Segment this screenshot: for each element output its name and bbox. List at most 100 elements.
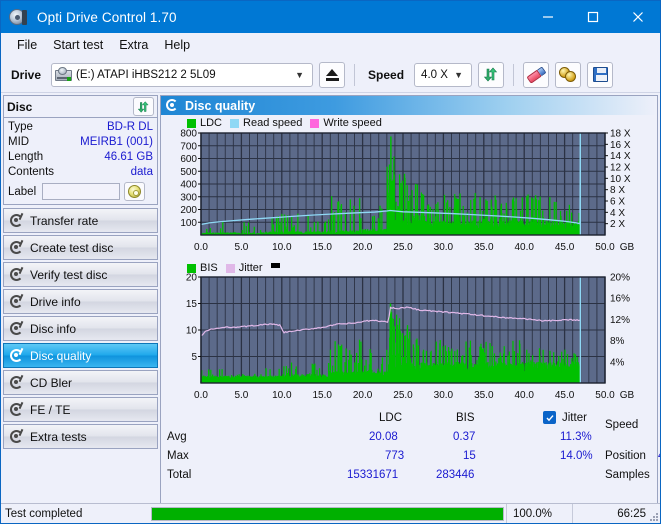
drive-label: Drive	[11, 67, 42, 82]
chevron-down-icon: ▼	[454, 69, 464, 80]
disc-row-contents: Contents data	[8, 165, 153, 180]
speed-select[interactable]: 4.0 X ▼	[414, 62, 473, 87]
progress-bar	[151, 506, 504, 521]
toolbar-divider-1	[354, 63, 356, 86]
speed-label: Speed	[368, 67, 405, 82]
bis-chart-legend: BIS Jitter	[161, 259, 657, 274]
menu-item-extra[interactable]: Extra	[111, 36, 156, 54]
disc-label-label: Label	[8, 185, 37, 198]
sidebar-item-cd-bler[interactable]: CD Bler	[3, 370, 158, 395]
sidebar-item-disc-quality[interactable]: Disc quality	[3, 343, 158, 368]
svg-text:5.0: 5.0	[234, 242, 248, 253]
elapsed-time: 66:25	[572, 504, 660, 523]
eject-icon	[325, 68, 339, 81]
disc-length-label: Length	[8, 151, 44, 163]
menu-bar: File Start test Extra Help	[1, 33, 660, 57]
progress-percent: 100.0%	[506, 504, 572, 523]
svg-text:0.0: 0.0	[194, 242, 208, 253]
svg-text:35.0: 35.0	[474, 390, 494, 401]
disc-ring-icon	[8, 401, 26, 418]
disc-quality-panel: Disc quality LDC Read speed Write speed …	[160, 95, 660, 523]
speed-select-value: 4.0 X	[421, 68, 448, 81]
disc-refresh-button[interactable]	[133, 97, 154, 116]
eject-button[interactable]	[319, 61, 346, 88]
svg-text:400: 400	[180, 180, 197, 191]
progress-bar-fill	[152, 507, 503, 520]
disc-ring-icon	[8, 212, 26, 229]
stats-jitter-max: 14.0%	[560, 450, 593, 462]
stats-col-header-bis: BIS	[456, 412, 475, 424]
svg-text:20.0: 20.0	[353, 390, 373, 401]
sidebar-item-extra-tests[interactable]: Extra tests	[3, 424, 158, 449]
drive-select[interactable]: (E:) ATAPI iHBS212 2 5L09 ▼	[51, 62, 314, 87]
disc-row-type: Type BD-R DL	[8, 120, 153, 135]
svg-text:40.0: 40.0	[514, 242, 534, 253]
title-bar: Opti Drive Control 1.70	[1, 1, 660, 33]
sidebar-item-create-test-disc[interactable]: Create test disc	[3, 235, 158, 260]
legend-swatch-bis	[187, 263, 196, 273]
disc-row-length: Length 46.61 GB	[8, 150, 153, 165]
menu-item-help[interactable]: Help	[156, 36, 198, 54]
disc-ring-icon	[8, 293, 26, 310]
disc-label-input[interactable]	[42, 183, 121, 200]
bis-chart[interactable]: 5 10 15 20 4% 8% 12% 16% 20% 0.0 5.0 10.0 15.0 20.0 25…	[161, 273, 657, 407]
sidebar-item-verify-test-disc[interactable]: Verify test disc	[3, 262, 158, 287]
stats-ldc-total: 15331671	[347, 469, 399, 481]
coins-icon	[559, 66, 577, 83]
disc-label-button[interactable]	[124, 182, 146, 201]
sidebar-item-drive-info[interactable]: Drive info	[3, 289, 158, 314]
stats-row-header-max: Max	[167, 450, 189, 462]
sidebar-label: FE / TE	[30, 402, 71, 417]
svg-text:45.0: 45.0	[555, 390, 575, 401]
erase-button[interactable]	[523, 61, 550, 88]
ldc-chart[interactable]: 100 200 300 400 500 600 700 800 2 X4 X6 X8 X 10 X…	[161, 129, 657, 259]
chevron-down-icon: ▼	[295, 69, 305, 80]
legend-swatch-write-speed	[310, 118, 320, 128]
drive-select-value: (E:) ATAPI iHBS212 2 5L09	[76, 68, 216, 81]
body-area: Disc Type BD-R DL MID MEIRB1 (001) Lengt…	[1, 93, 660, 523]
minimize-icon[interactable]	[525, 1, 570, 33]
floppy-save-icon	[592, 67, 608, 82]
legend-swatch-marker	[270, 263, 280, 268]
status-bar: Test completed 100.0% 66:25	[1, 503, 660, 523]
disc-info-rows: Type BD-R DL MID MEIRB1 (001) Length 46.…	[4, 118, 157, 204]
svg-text:12 X: 12 X	[610, 163, 631, 174]
disc-contents-label: Contents	[8, 166, 55, 178]
svg-text:5.0: 5.0	[234, 390, 248, 401]
app-disc-icon	[9, 7, 29, 27]
page-title: Disc quality	[185, 98, 256, 113]
svg-text:12%: 12%	[610, 315, 630, 326]
ldc-chart-legend: LDC Read speed Write speed	[161, 115, 657, 129]
disc-ring-icon	[165, 98, 180, 113]
close-icon[interactable]	[615, 1, 660, 33]
menu-item-file[interactable]: File	[9, 36, 45, 54]
app-window: Opti Drive Control 1.70 File Start test …	[0, 0, 661, 524]
legend-label-ldc: LDC	[200, 117, 223, 129]
menu-item-start-test[interactable]: Start test	[45, 36, 111, 54]
sidebar-item-fe-te[interactable]: FE / TE	[3, 397, 158, 422]
svg-text:10.0: 10.0	[272, 390, 292, 401]
sidebar-item-transfer-rate[interactable]: Transfer rate	[3, 208, 158, 233]
svg-text:18 X: 18 X	[610, 129, 631, 140]
bitsetting-button[interactable]	[555, 61, 582, 88]
toolbar: Drive (E:) ATAPI iHBS212 2 5L09 ▼ Speed …	[1, 57, 660, 93]
svg-text:15.0: 15.0	[312, 390, 332, 401]
svg-text:6 X: 6 X	[610, 197, 625, 208]
panel-header: Disc quality	[161, 96, 657, 115]
disc-row-mid: MID MEIRB1 (001)	[8, 135, 153, 150]
maximize-icon[interactable]	[570, 1, 615, 33]
sidebar-item-disc-info[interactable]: Disc info	[3, 316, 158, 341]
sidebar-label: Create test disc	[30, 240, 114, 255]
checkbox-checked-icon	[543, 411, 556, 424]
save-button[interactable]	[587, 61, 614, 88]
svg-text:4 X: 4 X	[610, 208, 625, 219]
svg-text:50.0: 50.0	[595, 242, 615, 253]
statistics-panel: LDC BIS Avg Max Total 20.08 773 15331671…	[161, 407, 660, 485]
svg-text:16 X: 16 X	[610, 140, 631, 151]
resize-grip-icon[interactable]	[648, 511, 658, 521]
jitter-checkbox[interactable]	[543, 411, 556, 424]
speed-stat-label: Speed	[605, 419, 639, 431]
refresh-button[interactable]	[478, 61, 505, 88]
window-controls	[525, 1, 660, 33]
stats-bis-total: 283446	[436, 469, 475, 481]
